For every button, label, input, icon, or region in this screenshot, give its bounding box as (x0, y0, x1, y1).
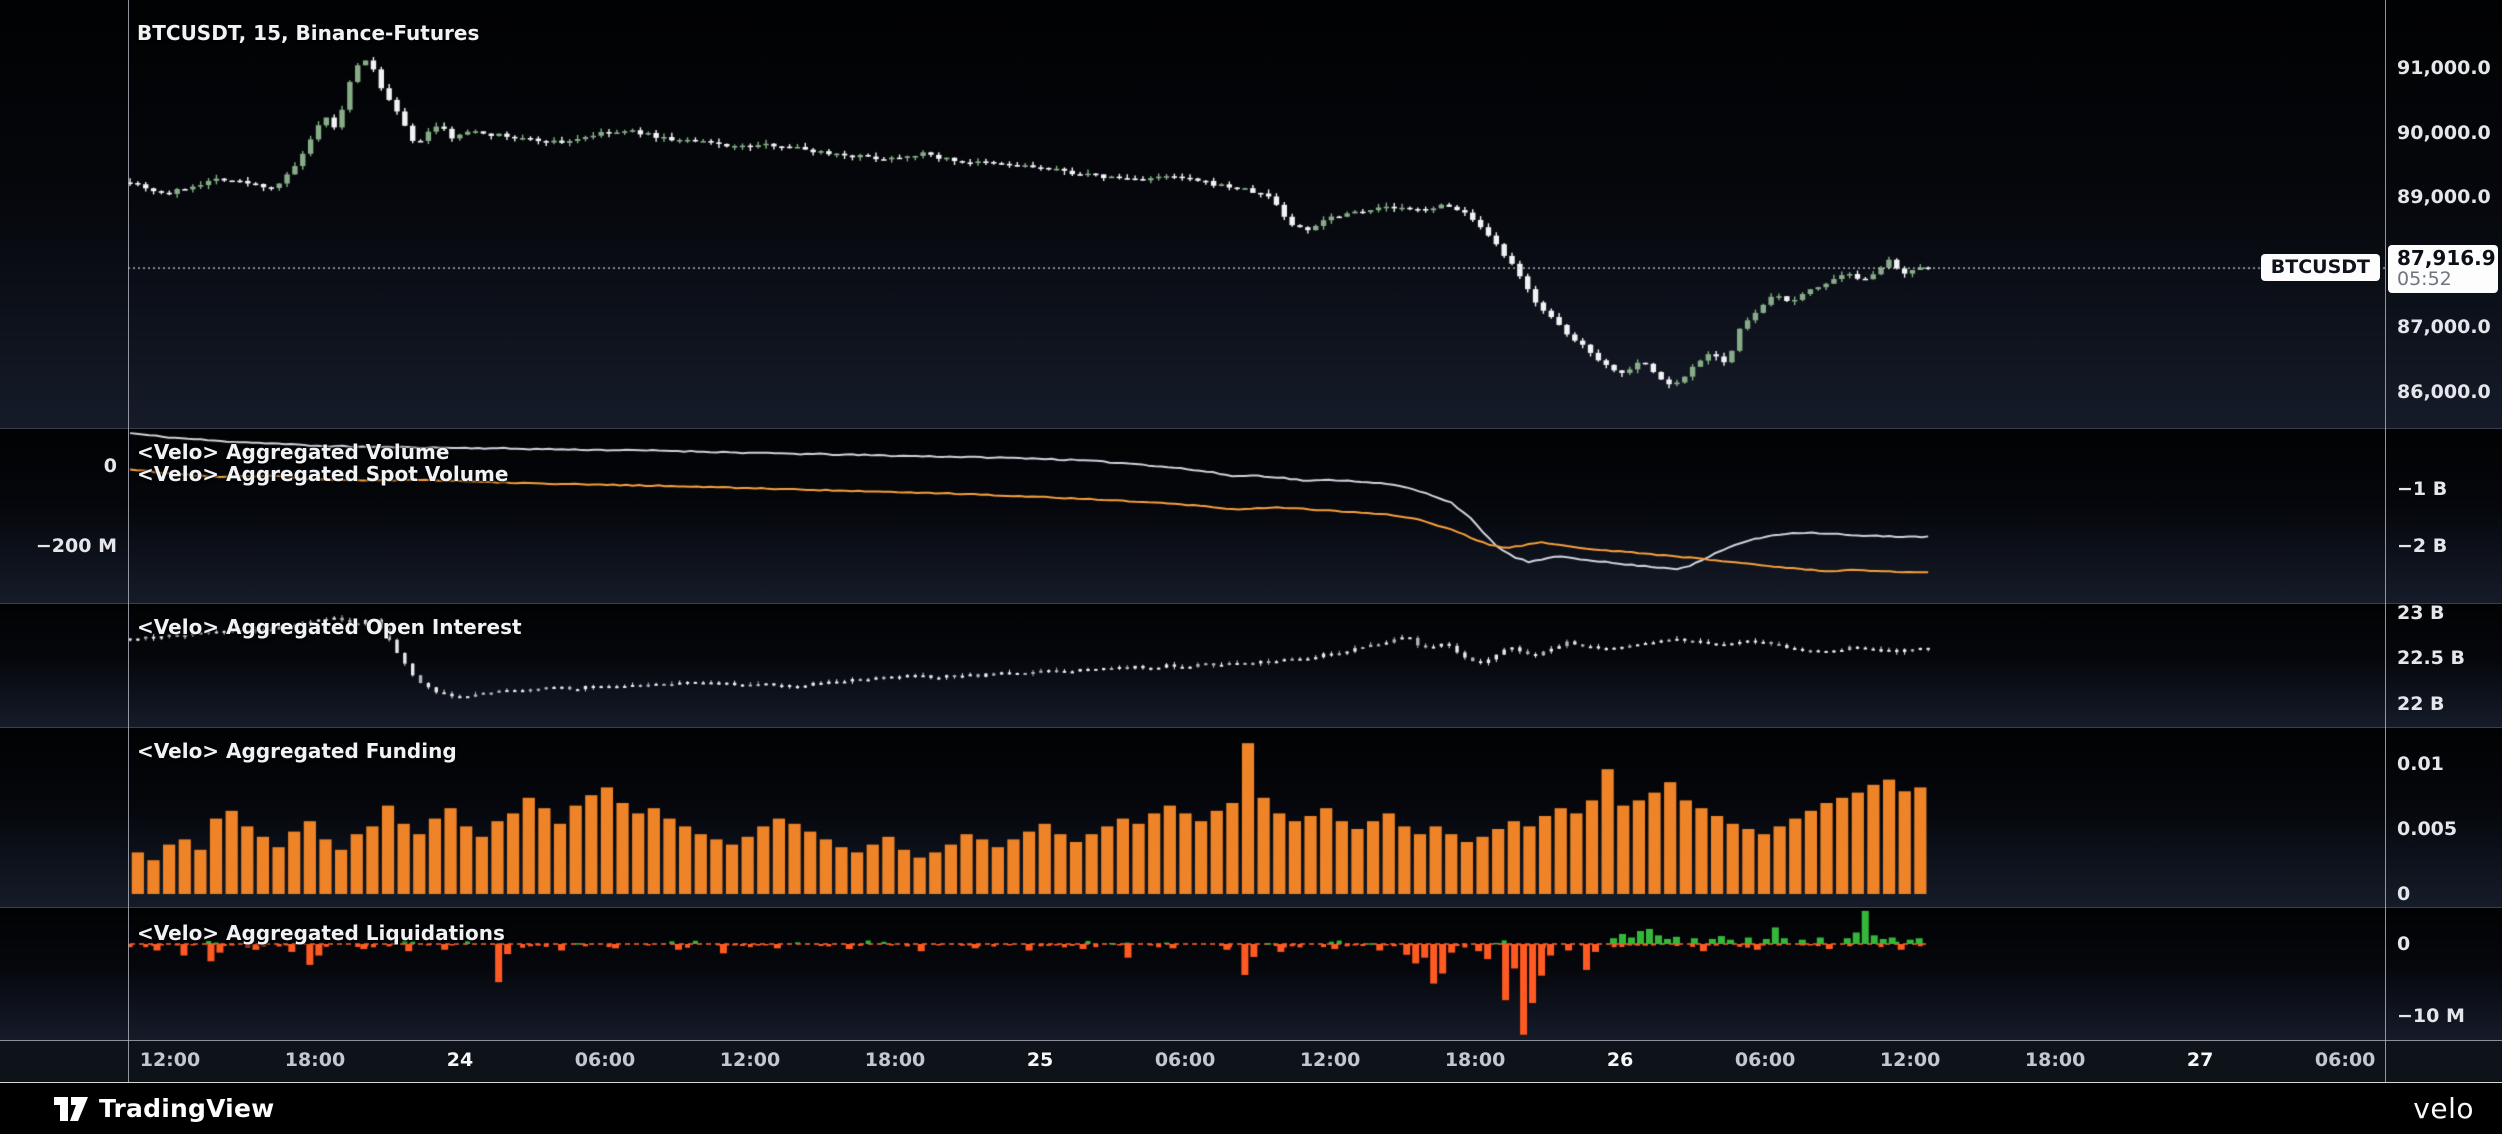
funding-canvas[interactable] (128, 728, 2385, 908)
time-tick: 06:00 (575, 1049, 635, 1071)
volume-legend[interactable]: <Velo> Aggregated Volume (137, 441, 449, 463)
time-tick: 12:00 (140, 1049, 200, 1071)
left-scale-border (128, 0, 129, 1082)
funding-left-gutter (0, 728, 128, 907)
axis-tick: 91,000.0 (2397, 57, 2491, 79)
last-price-symbol-tag: BTCUSDT (2261, 254, 2380, 281)
oi-left-gutter (0, 604, 128, 727)
volume-pane: 0 −200 M <Velo> Aggregated Volume <Velo> … (0, 428, 2502, 603)
funding-right-axis[interactable]: 0.01 0.005 0 (2386, 728, 2502, 907)
time-tick-day: 27 (2187, 1049, 2213, 1071)
liq-legend[interactable]: <Velo> Aggregated Liquidations (137, 922, 505, 944)
time-tick: 06:00 (1155, 1049, 1215, 1071)
time-tick-day: 26 (1607, 1049, 1633, 1071)
axis-tick: 0 (2397, 933, 2410, 955)
time-tick: 12:00 (1880, 1049, 1940, 1071)
time-tick: 12:00 (720, 1049, 780, 1071)
time-tick: 06:00 (1735, 1049, 1795, 1071)
chart-root: BTCUSDT, 15, Binance-Futures BTCUSDT 87,… (0, 0, 2502, 1134)
funding-pane: <Velo> Aggregated Funding 0.01 0.005 0 (0, 727, 2502, 907)
funding-plot[interactable]: <Velo> Aggregated Funding (128, 728, 2385, 907)
axis-tick: 0 (2397, 883, 2410, 905)
price-left-gutter (0, 8, 128, 428)
velo-logo[interactable]: velo (2413, 1092, 2474, 1125)
time-tick: 18:00 (1445, 1049, 1505, 1071)
funding-legend[interactable]: <Velo> Aggregated Funding (137, 740, 457, 762)
volume-right-axis[interactable]: −1 B −2 B (2386, 429, 2502, 603)
price-canvas[interactable] (128, 8, 2385, 428)
bar-countdown: 05:52 (2397, 269, 2498, 290)
volume-left-axis[interactable]: 0 −200 M (0, 429, 128, 603)
volume-canvas[interactable] (128, 429, 2385, 604)
axis-tick: 86,000.0 (2397, 381, 2491, 403)
axis-tick: 89,000.0 (2397, 186, 2491, 208)
price-plot[interactable]: BTCUSDT, 15, Binance-Futures BTCUSDT (128, 8, 2385, 428)
tradingview-wordmark: TradingView (99, 1094, 274, 1123)
time-tick: 06:00 (2315, 1049, 2375, 1071)
oi-plot[interactable]: <Velo> Aggregated Open Interest (128, 604, 2385, 727)
axis-tick: −2 B (2397, 535, 2447, 557)
axis-tick: 22 B (2397, 693, 2445, 715)
oi-legend[interactable]: <Velo> Aggregated Open Interest (137, 616, 522, 638)
price-axis[interactable]: 87,916.9 05:52 91,000.0 90,000.0 89,000.0 8… (2386, 8, 2502, 428)
axis-tick: 0.01 (2397, 753, 2444, 775)
symbol-legend[interactable]: BTCUSDT, 15, Binance-Futures (137, 22, 479, 44)
liq-left-gutter (0, 908, 128, 1040)
tradingview-logo[interactable]: TradingView (54, 1094, 274, 1123)
last-price-value: 87,916.9 (2397, 247, 2498, 269)
liq-right-axis[interactable]: 0 −10 M (2386, 908, 2502, 1040)
open-interest-pane: <Velo> Aggregated Open Interest 23 B 22.5… (0, 603, 2502, 727)
last-price-label: 87,916.9 05:52 (2388, 245, 2498, 293)
liquidations-pane: <Velo> Aggregated Liquidations 0 −10 M (0, 907, 2502, 1040)
time-tick: 18:00 (865, 1049, 925, 1071)
liq-plot[interactable]: <Velo> Aggregated Liquidations (128, 908, 2385, 1040)
axis-tick: 22.5 B (2397, 647, 2465, 669)
spot-volume-legend[interactable]: <Velo> Aggregated Spot Volume (137, 463, 508, 485)
axis-tick: 90,000.0 (2397, 122, 2491, 144)
footer-bar: TradingView velo (0, 1082, 2502, 1134)
right-scale-border (2385, 0, 2386, 1082)
time-tick: 12:00 (1300, 1049, 1360, 1071)
axis-tick: 87,000.0 (2397, 316, 2491, 338)
axis-tick: 0 (104, 455, 117, 477)
axis-tick: 23 B (2397, 602, 2445, 624)
axis-tick: −200 M (36, 535, 117, 557)
time-tick-day: 24 (447, 1049, 473, 1071)
time-tick-day: 25 (1027, 1049, 1053, 1071)
volume-plot[interactable]: <Velo> Aggregated Volume <Velo> Aggregat… (128, 429, 2385, 603)
axis-tick: −1 B (2397, 478, 2447, 500)
price-pane: BTCUSDT, 15, Binance-Futures BTCUSDT 87,… (0, 8, 2502, 428)
axis-tick: 0.005 (2397, 818, 2457, 840)
time-tick: 18:00 (2025, 1049, 2085, 1071)
time-axis[interactable]: 12:00 18:00 24 06:00 12:00 18:00 25 06:00 12:00 1… (0, 1040, 2502, 1082)
time-tick: 18:00 (285, 1049, 345, 1071)
axis-tick: −10 M (2397, 1005, 2465, 1027)
tradingview-mark-icon (54, 1096, 88, 1122)
top-strip (0, 0, 2502, 8)
oi-right-axis[interactable]: 23 B 22.5 B 22 B (2386, 604, 2502, 727)
